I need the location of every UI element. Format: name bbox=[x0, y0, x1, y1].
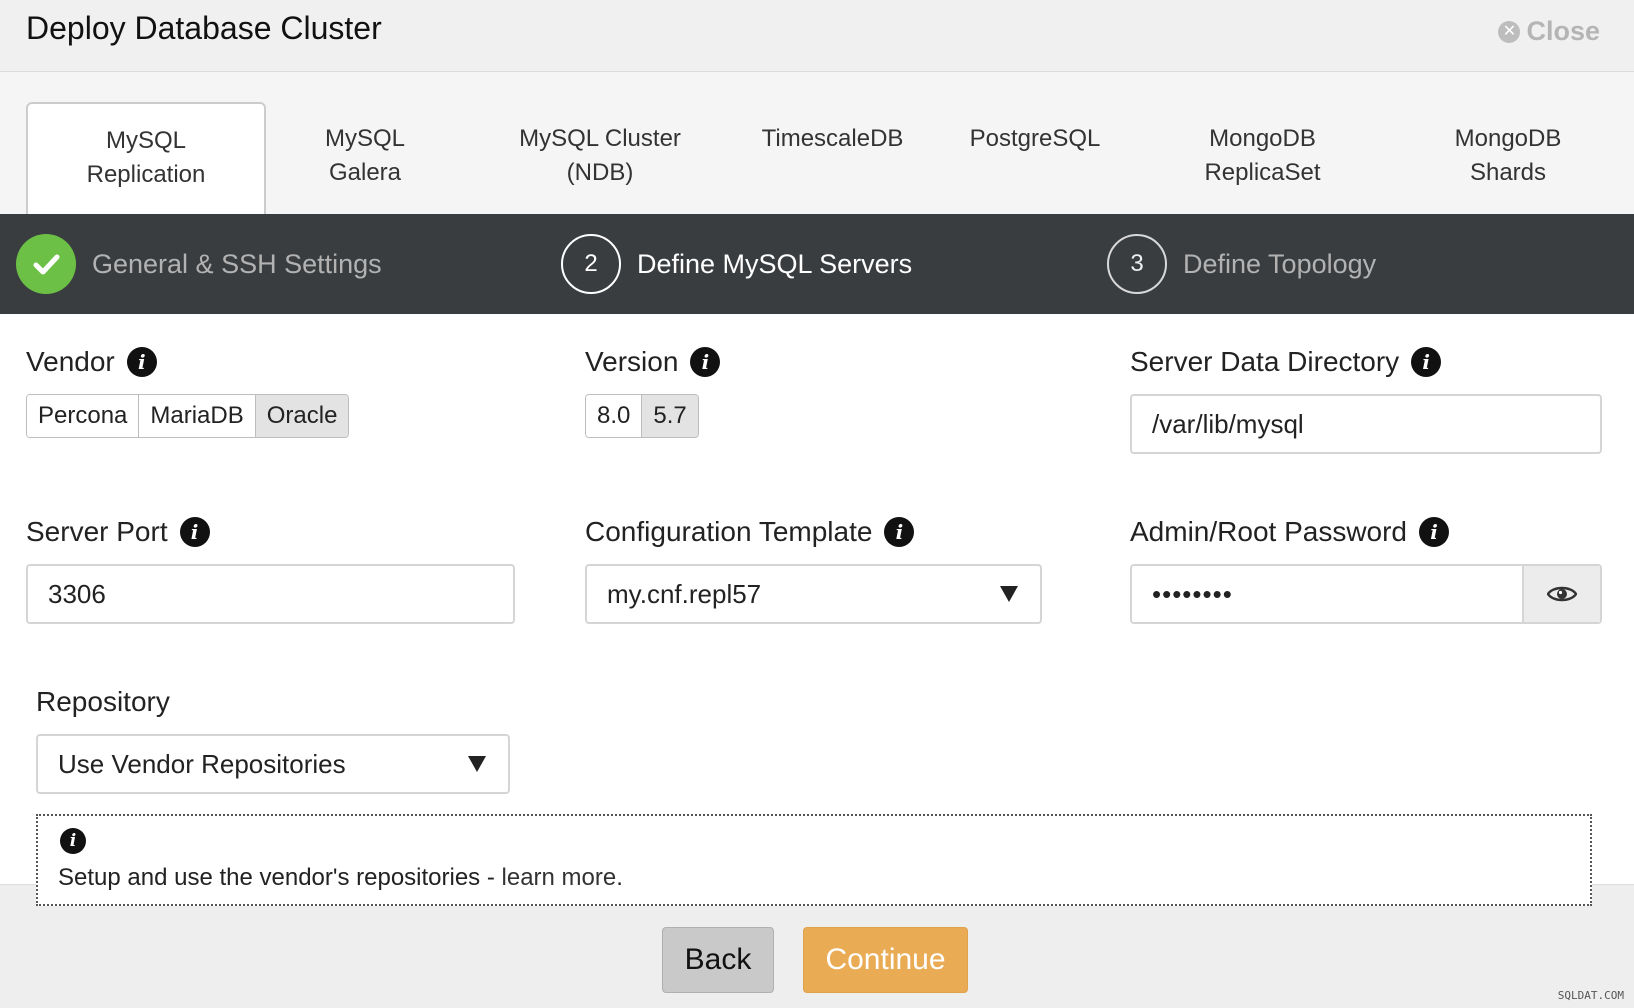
repository-label-text: Repository bbox=[36, 686, 170, 717]
step-label: Define MySQL Servers bbox=[637, 248, 913, 279]
tab-label-line1: MongoDB bbox=[1209, 125, 1316, 152]
info-icon[interactable]: i bbox=[1411, 347, 1442, 377]
info-icon[interactable]: i bbox=[126, 347, 157, 377]
tab-mongodb-shards[interactable]: MongoDB Shards bbox=[1428, 102, 1588, 214]
tab-label-line1: PostgreSQL bbox=[969, 125, 1101, 152]
server-port-label: Server Port i bbox=[26, 516, 210, 548]
version-label-text: Version bbox=[585, 346, 679, 377]
info-icon[interactable]: i bbox=[690, 347, 721, 377]
tab-mysql-cluster-ndb[interactable]: MySQL Cluster (NDB) bbox=[495, 102, 705, 214]
version-option-8-0[interactable]: 8.0 bbox=[586, 395, 643, 437]
vendor-label-text: Vendor bbox=[26, 346, 115, 377]
vendor-option-mariadb[interactable]: MariaDB bbox=[139, 395, 256, 437]
chevron-down-icon bbox=[468, 756, 486, 772]
step-define-topology[interactable]: 3 Define Topology bbox=[1107, 234, 1376, 294]
tab-mysql-replication[interactable]: MySQL Replication bbox=[26, 102, 266, 214]
tab-label-line1: TimescaleDB bbox=[761, 125, 904, 152]
form-content: Vendor i Percona MariaDB Oracle Version … bbox=[0, 314, 1634, 906]
continue-button[interactable]: Continue bbox=[803, 927, 968, 993]
tab-label-line2: (NDB) bbox=[566, 159, 634, 186]
tab-postgresql[interactable]: PostgreSQL bbox=[955, 102, 1115, 214]
wizard-steps: General & SSH Settings 2 Define MySQL Se… bbox=[0, 214, 1634, 314]
close-label: Close bbox=[1526, 16, 1600, 46]
admin-password-label-text: Admin/Root Password bbox=[1130, 516, 1408, 547]
tab-label-line1: MongoDB bbox=[1454, 125, 1562, 152]
repository-value: Use Vendor Repositories bbox=[58, 749, 346, 779]
version-label: Version i bbox=[585, 346, 721, 378]
server-port-label-text: Server Port bbox=[26, 516, 168, 547]
config-template-label: Configuration Template i bbox=[585, 516, 915, 548]
info-icon: i bbox=[60, 828, 86, 854]
admin-password-field: •••••••• bbox=[1130, 564, 1602, 624]
server-port-input[interactable]: 3306 bbox=[26, 564, 515, 624]
step-number: 3 bbox=[1107, 234, 1167, 294]
data-directory-label-text: Server Data Directory bbox=[1130, 346, 1400, 377]
tab-label-line2: Replication bbox=[86, 161, 206, 188]
admin-password-input[interactable]: •••••••• bbox=[1132, 566, 1522, 622]
tab-label-line2: ReplicaSet bbox=[1204, 159, 1321, 186]
tab-label-line1: MySQL Cluster bbox=[519, 125, 681, 152]
learn-more-link[interactable]: learn more bbox=[502, 864, 617, 891]
tab-mysql-galera[interactable]: MySQL Galera bbox=[290, 102, 440, 214]
tab-label-line1: MySQL bbox=[105, 127, 186, 154]
watermark: SQLDAT.COM bbox=[1557, 989, 1624, 1002]
tab-label-line2: Shards bbox=[1469, 159, 1547, 186]
vendor-option-oracle[interactable]: Oracle bbox=[255, 395, 349, 437]
close-button[interactable]: ✕ Close bbox=[1498, 16, 1600, 47]
step-general-ssh[interactable]: General & SSH Settings bbox=[16, 234, 382, 294]
tab-label-line2: Galera bbox=[328, 159, 402, 186]
step-define-servers[interactable]: 2 Define MySQL Servers bbox=[561, 234, 912, 294]
step-number: 2 bbox=[561, 234, 621, 294]
close-icon: ✕ bbox=[1498, 20, 1521, 43]
dialog-title: Deploy Database Cluster bbox=[26, 10, 382, 46]
step-label: Define Topology bbox=[1183, 248, 1377, 279]
admin-password-label: Admin/Root Password i bbox=[1130, 516, 1450, 548]
tab-timescaledb[interactable]: TimescaleDB bbox=[745, 102, 920, 214]
tab-mongodb-replicaset[interactable]: MongoDB ReplicaSet bbox=[1170, 102, 1355, 214]
config-template-value: my.cnf.repl57 bbox=[607, 579, 762, 609]
chevron-down-icon bbox=[1000, 586, 1018, 602]
tab-label-line1: MySQL bbox=[324, 125, 405, 152]
version-option-5-7[interactable]: 5.7 bbox=[642, 395, 698, 437]
version-button-group: 8.0 5.7 bbox=[585, 394, 699, 438]
data-directory-label: Server Data Directory i bbox=[1130, 346, 1442, 378]
vendor-label: Vendor i bbox=[26, 346, 157, 378]
dialog-header: Deploy Database Cluster ✕ Close bbox=[0, 0, 1634, 72]
repository-label: Repository bbox=[36, 686, 170, 718]
config-template-label-text: Configuration Template bbox=[585, 516, 873, 547]
info-icon[interactable]: i bbox=[884, 517, 915, 547]
info-icon[interactable]: i bbox=[179, 517, 210, 547]
vendor-button-group: Percona MariaDB Oracle bbox=[26, 394, 350, 438]
vendor-option-percona[interactable]: Percona bbox=[27, 395, 140, 437]
info-suffix: . bbox=[616, 864, 623, 891]
info-message: Setup and use the vendor's repositories … bbox=[58, 864, 502, 891]
info-icon[interactable]: i bbox=[1419, 517, 1450, 547]
data-directory-input[interactable]: /var/lib/mysql bbox=[1130, 394, 1602, 454]
database-type-tabs: MySQL Replication MySQL Galera MySQL Clu… bbox=[0, 72, 1634, 214]
repository-select[interactable]: Use Vendor Repositories bbox=[36, 734, 510, 794]
back-button[interactable]: Back bbox=[662, 927, 774, 993]
check-icon bbox=[16, 234, 76, 294]
show-password-button[interactable] bbox=[1522, 566, 1600, 622]
repository-info-text: Setup and use the vendor's repositories … bbox=[58, 864, 623, 892]
repository-info-box: i Setup and use the vendor's repositorie… bbox=[36, 814, 1592, 906]
config-template-select[interactable]: my.cnf.repl57 bbox=[585, 564, 1042, 624]
eye-icon bbox=[1547, 586, 1577, 602]
step-label: General & SSH Settings bbox=[92, 248, 382, 279]
